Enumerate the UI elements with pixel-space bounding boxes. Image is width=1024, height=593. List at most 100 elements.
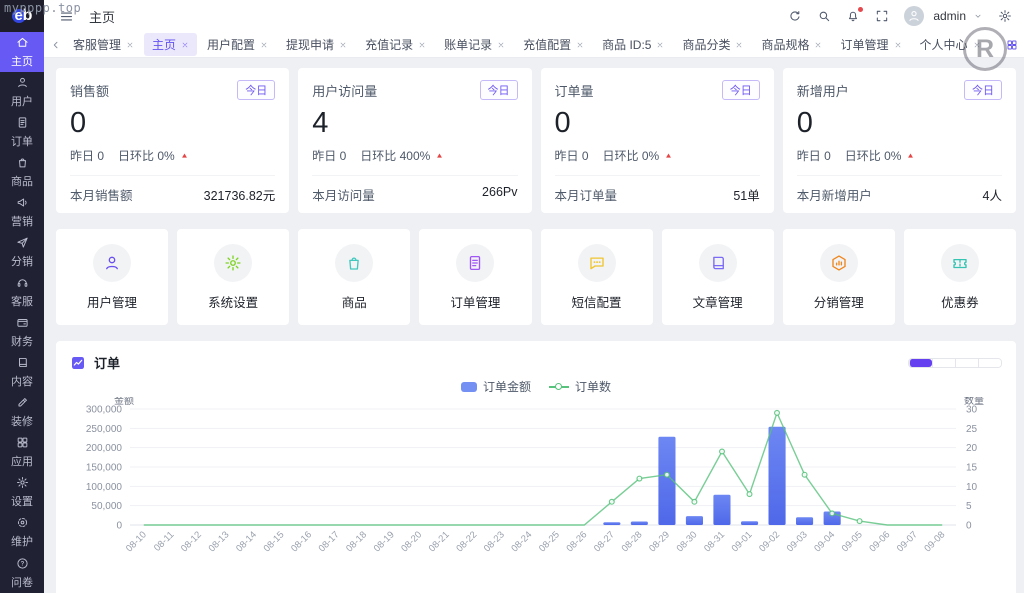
quick-action-icon [830,254,848,272]
tab-options-grid-icon[interactable] [1006,39,1018,51]
legend-order-count[interactable]: 订单数 [549,378,611,395]
svg-text:200,000: 200,000 [86,443,123,454]
notifications-button[interactable] [846,9,860,23]
stat-title: 新增用户 [797,81,849,100]
quick-action-icon [951,254,969,272]
stat-footer-label: 本月访问量 [312,185,375,204]
stat-footer-value: 4人 [983,185,1002,204]
search-icon[interactable] [817,9,831,23]
tab-close-icon[interactable] [576,41,584,49]
quick-action-label: 系统设置 [208,292,258,311]
tab-close-icon[interactable] [260,41,268,49]
sidebar-item[interactable]: 维护 [0,513,44,553]
svg-text:08-10: 08-10 [124,529,149,554]
tab[interactable]: 账单记录 [436,33,513,56]
range-button[interactable] [955,359,978,367]
sidebar-item[interactable]: 营销 [0,192,44,232]
quick-action-card[interactable]: 订单管理 [419,229,531,325]
tab[interactable]: 充值记录 [357,33,434,56]
quick-action-card[interactable]: 优惠券 [904,229,1016,325]
tab[interactable]: 商品规格 [753,33,830,56]
tab-close-icon[interactable] [181,41,189,49]
range-button[interactable] [978,359,1001,367]
quick-action-card[interactable]: 商品 [298,229,410,325]
svg-text:08-27: 08-27 [592,529,617,554]
sidebar-item-icon [16,396,29,409]
tab[interactable]: 商品 ID:5 [594,33,672,56]
tabs-scroll-left-icon[interactable] [50,39,62,51]
order-chart: 050,000100,000150,000200,000250,000300,0… [70,397,1002,593]
sidebar-item-label: 分销 [11,253,33,269]
tab-close-icon[interactable] [339,41,347,49]
fullscreen-icon[interactable] [875,9,889,23]
quick-action-card[interactable]: 文章管理 [662,229,774,325]
sidebar-item[interactable]: 客服 [0,272,44,312]
chevron-down-icon[interactable] [973,11,983,21]
tab[interactable]: 客服管理 [65,33,142,56]
tab-label: 账单记录 [444,36,492,53]
sidebar-item[interactable]: ? 问卷 [0,553,44,593]
sidebar-item[interactable]: 商品 [0,152,44,192]
quick-action-card[interactable]: 分销管理 [783,229,895,325]
legend-order-amount[interactable]: 订单金额 [461,378,531,395]
stat-value: 0 [70,107,275,140]
svg-text:20: 20 [966,443,978,454]
quick-action-label: 商品 [342,292,367,311]
tab[interactable]: 充值配置 [515,33,592,56]
tab[interactable]: 用户配置 [199,33,276,56]
tab-list: 客服管理 主页 用户配置 提现申请 充值记录 账单记录 充值配置 [64,33,998,56]
sidebar-item[interactable]: 分销 [0,232,44,272]
sidebar-item[interactable]: 订单 [0,112,44,152]
range-button[interactable] [909,359,932,367]
avatar[interactable] [904,6,924,26]
svg-text:09-06: 09-06 [867,529,892,554]
tab-close-icon[interactable] [814,41,822,49]
svg-text:08-17: 08-17 [317,529,342,554]
sidebar-item-icon [16,116,29,129]
up-triangle-icon [906,151,915,160]
tab-label: 充值配置 [523,36,571,53]
sidebar-item[interactable]: 设置 [0,473,44,513]
svg-text:08-22: 08-22 [454,529,479,554]
tab-close-icon[interactable] [894,41,902,49]
tab-close-icon[interactable] [418,41,426,49]
sidebar-item[interactable]: 财务 [0,313,44,353]
quick-action-card[interactable]: 系统设置 [177,229,289,325]
tab-close-icon[interactable] [656,41,664,49]
quick-action-card[interactable]: 短信配置 [541,229,653,325]
sidebar-item-label: 主页 [11,53,33,69]
sidebar-item[interactable]: 用户 [0,72,44,112]
refresh-icon[interactable] [788,9,802,23]
sidebar-item[interactable]: 应用 [0,433,44,473]
tab[interactable]: 订单管理 [832,33,909,56]
quick-action-icon [466,254,484,272]
tab[interactable]: 商品分类 [674,33,751,56]
sidebar-item[interactable]: 主页 [0,32,44,72]
tab-close-icon[interactable] [497,41,505,49]
stat-value: 0 [797,107,1002,140]
tab-label: 商品分类 [682,36,730,53]
legend-label: 订单金额 [483,378,531,395]
sidebar-item-icon [16,36,29,49]
svg-text:09-08: 09-08 [922,529,947,554]
stat-ring-ratio: 日环比 0% [118,147,175,164]
stat-yesterday: 昨日 0 [555,147,589,164]
svg-text:09-01: 09-01 [730,529,755,554]
tab[interactable]: 提现申请 [278,33,355,56]
tab[interactable]: 主页 [144,33,197,56]
range-button[interactable] [932,359,955,367]
sidebar-item[interactable]: 装修 [0,393,44,433]
tab-label: 个人中心 [920,36,968,53]
sidebar-item-label: 应用 [11,453,33,469]
svg-text:09-04: 09-04 [812,529,837,554]
tab-label: 订单管理 [840,36,888,53]
username[interactable]: admin [933,9,966,23]
sidebar-item-icon: ? [16,557,29,570]
tab-close-icon[interactable] [126,41,134,49]
quick-action-card[interactable]: 用户管理 [56,229,168,325]
stat-yesterday: 昨日 0 [70,147,104,164]
settings-gear-icon[interactable] [998,9,1012,23]
stat-card: 新增用户 今日 0 昨日 0 日环比 0% 本月新增用户 4人 [783,68,1016,213]
sidebar-item[interactable]: 内容 [0,353,44,393]
tab-close-icon[interactable] [735,41,743,49]
